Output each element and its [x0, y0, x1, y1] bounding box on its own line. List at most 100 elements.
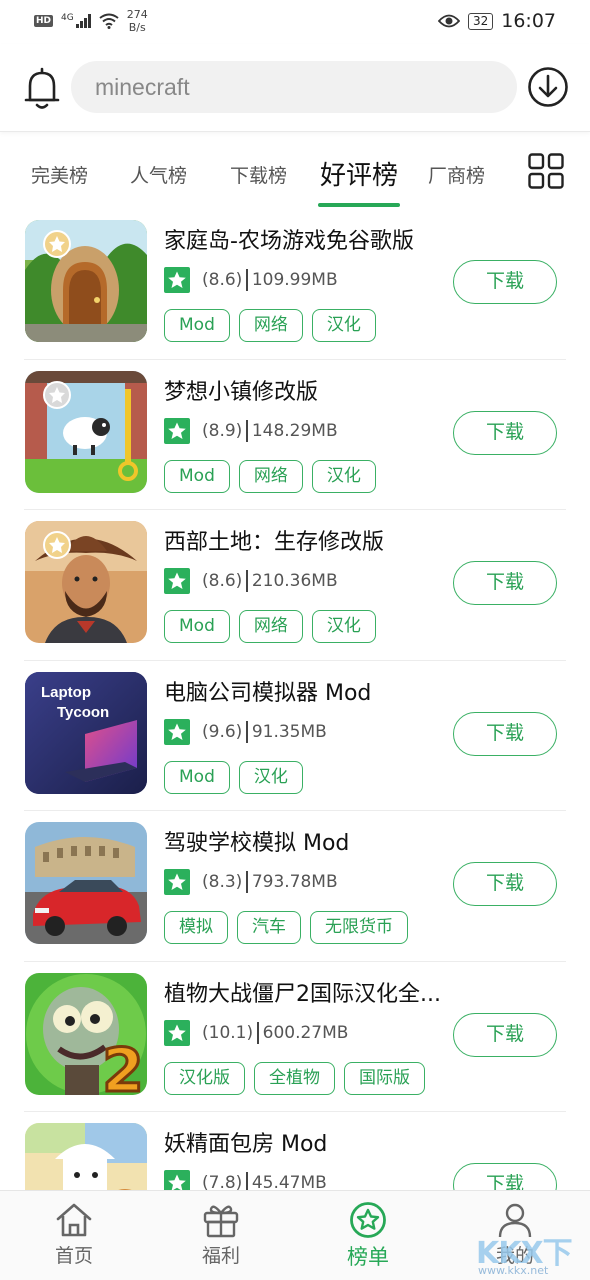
tag[interactable]: 汉化 — [311, 610, 376, 643]
app-icon[interactable] — [25, 521, 147, 643]
tab-perfect[interactable]: 完美榜 — [31, 161, 88, 188]
tag[interactable]: 无限货币 — [310, 911, 408, 944]
app-name[interactable]: 梦想小镇修改版 — [164, 374, 318, 406]
app-rating: (8.6) — [202, 270, 243, 290]
top-header: minecraft — [0, 44, 590, 132]
app-icon[interactable] — [25, 370, 147, 493]
rating-row: (7.8) 45.47MB — [164, 1170, 327, 1190]
list-item[interactable]: 西部土地：生存修改版 (8.6) 210.36MB Mod 网络 汉化 下载 — [0, 510, 590, 661]
tag[interactable]: 全植物 — [254, 1061, 335, 1095]
nav-label: 首页 — [54, 1245, 93, 1267]
rating-row: (8.9) 148.29MB — [164, 417, 338, 444]
watermark-url: www.kkx.net — [478, 1264, 549, 1277]
meta-separator — [246, 1172, 248, 1190]
rating-row: (8.3) 793.78MB — [164, 869, 338, 895]
app-rating: (10.1) — [202, 1022, 254, 1043]
download-button[interactable]: 下载 — [453, 711, 557, 756]
rating-row: (8.6) 109.99MB — [164, 267, 338, 293]
thumb-title-2: Tycoon — [57, 703, 110, 721]
meta-separator — [246, 570, 248, 592]
tag[interactable]: 国际版 — [344, 1061, 425, 1095]
app-rating: (8.3) — [202, 872, 243, 892]
tab-top-rated[interactable]: 好评榜 — [320, 155, 398, 192]
tab-vendors[interactable]: 厂商榜 — [428, 161, 485, 188]
tag-list: Mod 网络 汉化 — [164, 610, 376, 643]
tag-list: Mod 网络 汉化 — [164, 459, 376, 493]
app-name[interactable]: 家庭岛-农场游戏免谷歌版 — [164, 223, 414, 255]
eye-icon — [437, 14, 460, 28]
app-name[interactable]: 妖精面包房 Mod — [164, 1126, 327, 1158]
hd-badge: HD — [34, 15, 54, 27]
nav-label: 福利 — [201, 1245, 240, 1267]
download-button[interactable]: 下载 — [453, 410, 557, 455]
tag[interactable]: 汉化 — [238, 760, 303, 794]
list-item[interactable]: 2 植物大战僵尸2国际汉化全... (10.1) 600.27MB 汉化版 全植… — [0, 962, 590, 1112]
app-icon[interactable] — [25, 220, 147, 342]
star-badge-icon — [350, 1202, 386, 1238]
tab-downloads[interactable]: 下载榜 — [230, 161, 287, 188]
download-button[interactable]: 下载 — [453, 561, 557, 605]
tag-list: 汉化版 全植物 国际版 — [164, 1061, 425, 1095]
meta-separator — [246, 269, 248, 291]
app-rating: (7.8) — [202, 1173, 243, 1190]
star-icon — [164, 718, 190, 745]
tag[interactable]: Mod — [164, 309, 230, 342]
nav-rankings[interactable]: 榜单 — [318, 1201, 418, 1271]
network-label: 4G — [61, 13, 74, 23]
app-name[interactable]: 西部土地：生存修改版 — [164, 524, 384, 556]
tag[interactable]: 汉化 — [311, 309, 376, 342]
list-item[interactable]: 驾驶学校模拟 Mod (8.3) 793.78MB 模拟 汽车 无限货币 下载 — [0, 811, 590, 962]
app-icon[interactable]: Laptop Tycoon — [25, 671, 147, 794]
tag[interactable]: 网络 — [238, 610, 303, 643]
tab-popular[interactable]: 人气榜 — [130, 161, 187, 188]
status-bar: HD 4G 274 B/s 32 16:07 — [0, 0, 590, 44]
list-item[interactable]: 妖精面包房 Mod (7.8) 45.47MB 下载 — [0, 1112, 590, 1190]
app-name[interactable]: 驾驶学校模拟 Mod — [164, 825, 349, 857]
list-item[interactable]: Laptop Tycoon 电脑公司模拟器 Mod (9.6) 91.35MB … — [0, 661, 590, 811]
app-icon[interactable] — [25, 822, 147, 944]
app-name[interactable]: 植物大战僵尸2国际汉化全... — [164, 976, 441, 1008]
app-icon[interactable]: 2 — [25, 972, 147, 1095]
tag[interactable]: 汉化 — [311, 459, 376, 493]
app-name[interactable]: 电脑公司模拟器 Mod — [164, 675, 371, 707]
list-item[interactable]: 家庭岛-农场游戏免谷歌版 (8.6) 109.99MB Mod 网络 汉化 下载 — [0, 209, 590, 360]
tag-list: Mod 汉化 — [164, 760, 303, 794]
tag-list: 模拟 汽车 无限货币 — [164, 911, 408, 944]
rating-row: (8.6) 210.36MB — [164, 568, 338, 594]
tag[interactable]: 模拟 — [164, 911, 228, 944]
network-speed: 274 B/s — [126, 8, 148, 34]
tag[interactable]: 网络 — [238, 309, 303, 342]
nav-benefits[interactable]: 福利 — [171, 1201, 271, 1268]
star-icon — [164, 417, 190, 444]
nav-home[interactable]: 首页 — [24, 1201, 124, 1268]
app-size: 109.99MB — [251, 270, 338, 290]
app-list: 家庭岛-农场游戏免谷歌版 (8.6) 109.99MB Mod 网络 汉化 下载 — [0, 209, 590, 1190]
bell-icon[interactable] — [22, 66, 62, 110]
tag[interactable]: 汽车 — [237, 911, 301, 944]
svg-text:2: 2 — [102, 1036, 144, 1095]
download-circle-icon[interactable] — [527, 66, 569, 108]
grid-menu-icon[interactable] — [528, 153, 564, 189]
search-bar[interactable]: minecraft — [71, 61, 517, 113]
rating-row: (9.6) 91.35MB — [164, 718, 327, 745]
star-icon — [164, 1019, 190, 1046]
app-icon[interactable] — [25, 1123, 147, 1190]
tag[interactable]: 汉化版 — [164, 1061, 245, 1095]
meta-separator — [257, 1021, 259, 1044]
download-button[interactable]: 下载 — [453, 862, 557, 906]
list-item[interactable]: 梦想小镇修改版 (8.9) 148.29MB Mod 网络 汉化 下载 — [0, 360, 590, 510]
star-icon — [164, 267, 190, 293]
thumb-title-1: Laptop — [41, 683, 91, 701]
app-size: 148.29MB — [251, 420, 338, 441]
tag[interactable]: Mod — [164, 760, 230, 794]
download-button[interactable]: 下载 — [453, 260, 557, 304]
tag[interactable]: Mod — [164, 459, 230, 493]
app-rating: (8.9) — [202, 420, 243, 441]
download-button[interactable]: 下载 — [453, 1163, 557, 1190]
tag[interactable]: Mod — [164, 610, 230, 643]
app-size: 210.36MB — [251, 571, 338, 591]
tag[interactable]: 网络 — [238, 459, 303, 493]
wifi-icon — [99, 13, 119, 29]
search-input[interactable]: minecraft — [95, 74, 190, 101]
download-button[interactable]: 下载 — [453, 1012, 557, 1057]
